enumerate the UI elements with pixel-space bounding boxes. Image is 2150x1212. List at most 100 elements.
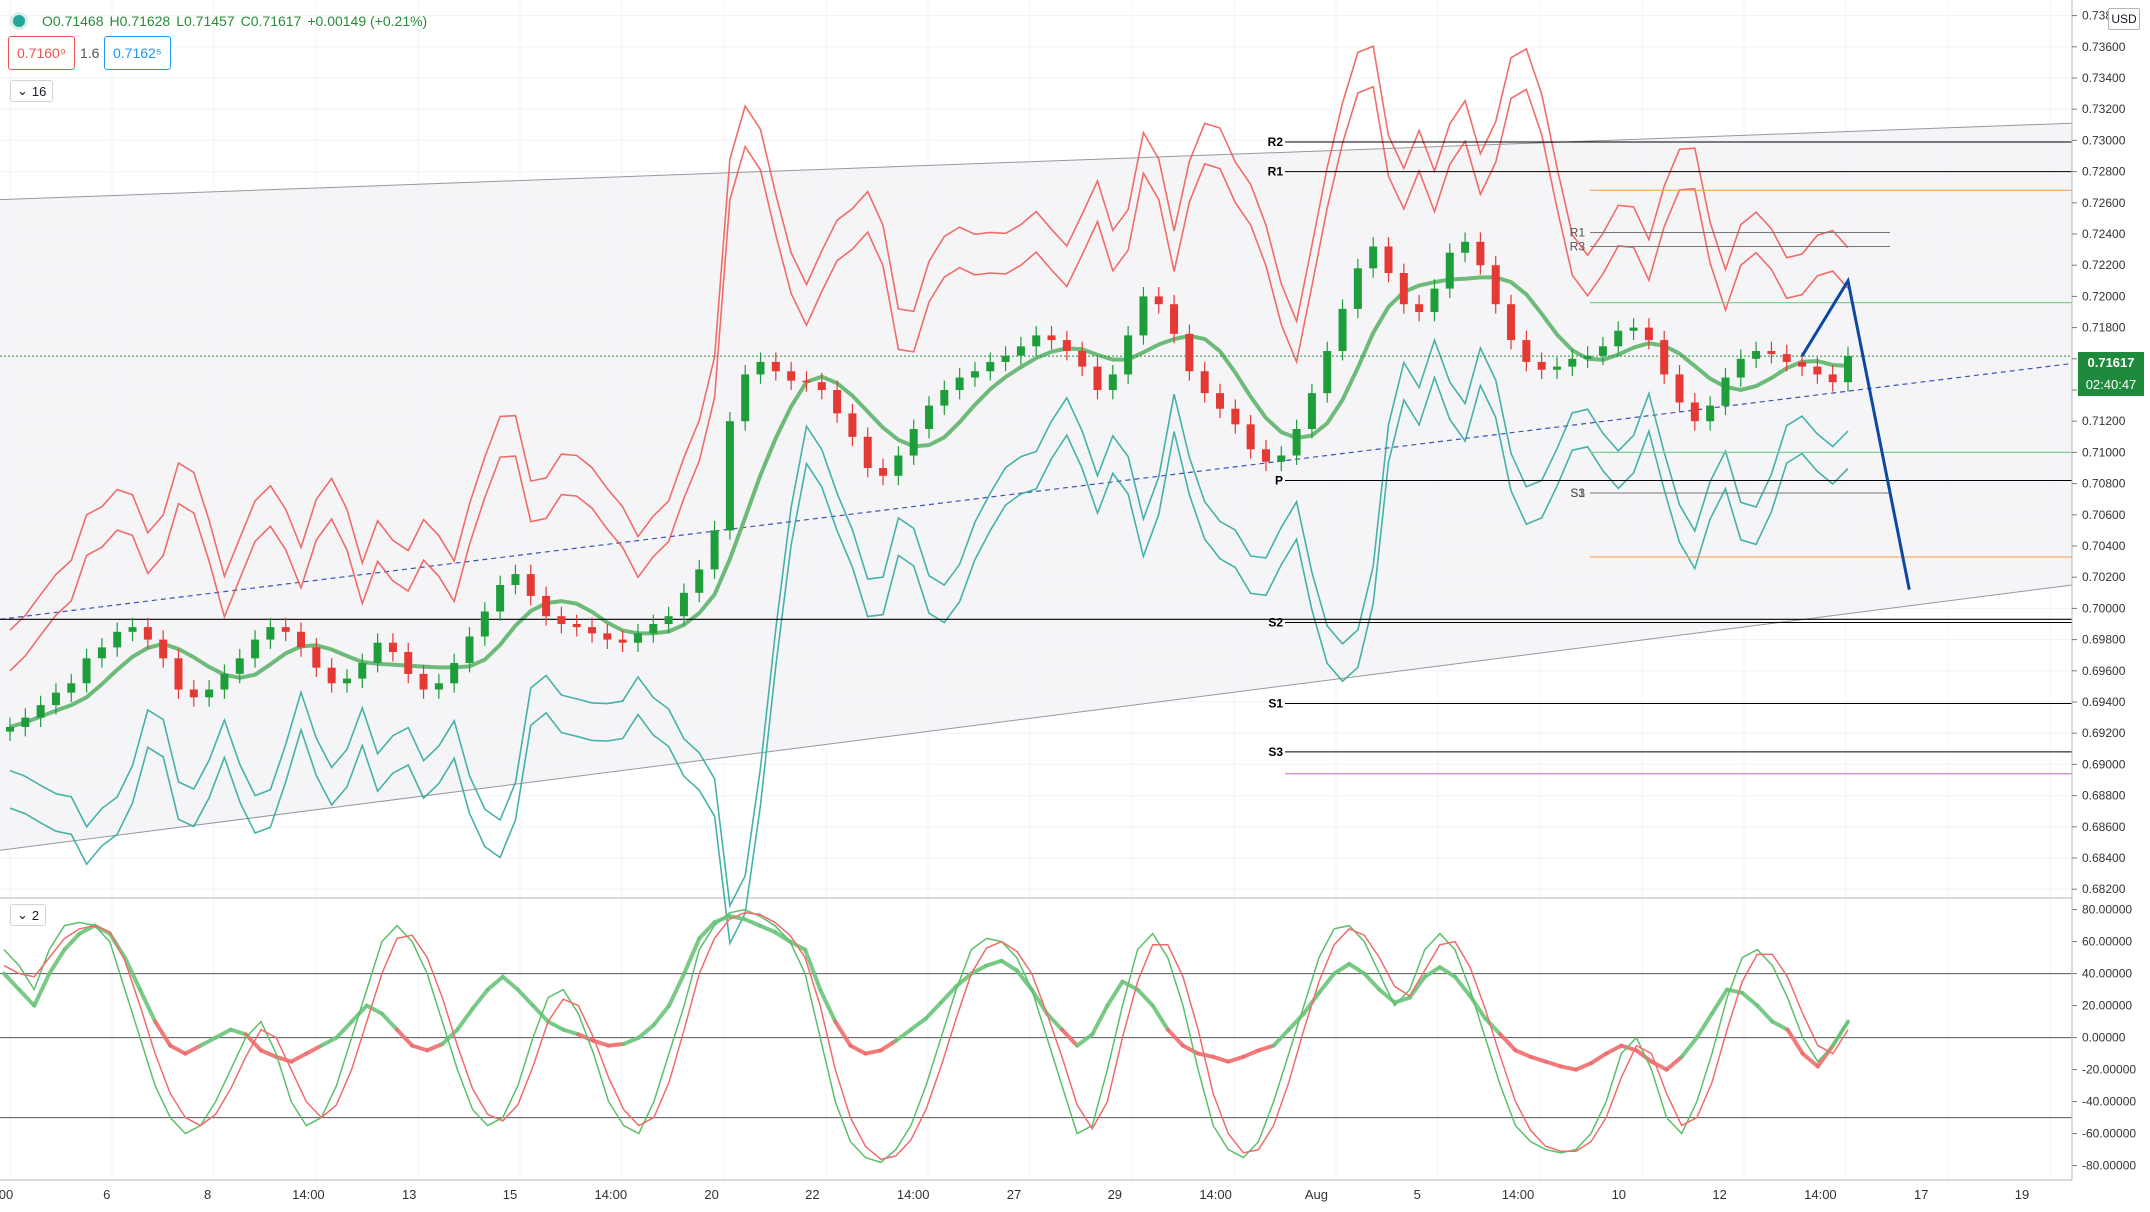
candle-body bbox=[1216, 393, 1225, 409]
price-tick-label: 0.69800 bbox=[2082, 633, 2126, 647]
pivot-label: S2 bbox=[1268, 615, 1283, 629]
currency-selector[interactable]: USD bbox=[2108, 8, 2140, 30]
candle-body bbox=[373, 642, 382, 663]
oscillator-pane bbox=[0, 908, 2072, 1164]
legend-close: C0.71617 bbox=[240, 13, 302, 29]
osc-tick-label: 0.00000 bbox=[2082, 1031, 2126, 1045]
candle-body bbox=[1353, 268, 1362, 309]
osc-main-segment bbox=[1241, 1048, 1261, 1059]
candle-body bbox=[955, 377, 964, 390]
bar-countdown-badge: 02:40:47 bbox=[2078, 374, 2144, 396]
candle-body bbox=[1338, 308, 1347, 351]
osc-main-segment bbox=[833, 1019, 853, 1048]
candle-body bbox=[235, 658, 244, 674]
candle-body bbox=[1231, 408, 1240, 425]
pivot-label-right: S3 bbox=[1570, 486, 1585, 500]
candle-body bbox=[863, 436, 872, 468]
osc-tick-label: 60.00000 bbox=[2082, 935, 2132, 949]
osc-main-segment bbox=[1573, 1061, 1594, 1072]
candle-body bbox=[342, 678, 351, 684]
candle-body bbox=[618, 639, 627, 643]
osc-main-segment bbox=[1649, 1059, 1669, 1072]
sell-button[interactable]: 0.7160⁹ bbox=[8, 36, 75, 70]
osc-main-segment bbox=[289, 1051, 309, 1064]
osc-main-segment bbox=[1256, 1043, 1276, 1053]
candle-body bbox=[419, 673, 428, 690]
time-tick-label: 12 bbox=[1712, 1187, 1726, 1202]
candle-body bbox=[1828, 374, 1837, 383]
legend-change: +0.00149 (+0.21%) bbox=[307, 13, 428, 29]
candle-body bbox=[450, 663, 459, 684]
time-tick-label: 14:00 bbox=[1199, 1187, 1232, 1202]
candle-body bbox=[986, 361, 995, 372]
candle-body bbox=[756, 361, 765, 375]
candle-body bbox=[1369, 246, 1378, 269]
osc-main-segment bbox=[848, 1043, 868, 1056]
candle-body bbox=[1537, 361, 1546, 370]
market-status-icon[interactable] bbox=[10, 12, 28, 30]
price-tick-label: 0.71000 bbox=[2082, 445, 2126, 459]
candle-body bbox=[1292, 429, 1301, 456]
price-tick-label: 0.71800 bbox=[2082, 321, 2126, 335]
candle-body bbox=[1108, 374, 1117, 390]
candle-body bbox=[833, 390, 842, 414]
oscillator-collapse-button[interactable]: ⌄ 2 bbox=[10, 904, 47, 926]
price-tick-label: 0.70600 bbox=[2082, 508, 2126, 522]
price-tick-label: 0.68600 bbox=[2082, 820, 2126, 834]
osc-tick-label: 20.00000 bbox=[2082, 999, 2132, 1013]
time-tick-label: 22 bbox=[805, 1187, 819, 1202]
osc-main-segment bbox=[1226, 1054, 1246, 1064]
candle-body bbox=[1813, 366, 1822, 375]
buy-button[interactable]: 0.7162⁵ bbox=[104, 36, 171, 70]
candle-body bbox=[710, 530, 719, 570]
osc-main-segment bbox=[546, 1019, 566, 1032]
candle-body bbox=[1185, 333, 1194, 372]
legend-high: H0.71628 bbox=[109, 13, 171, 29]
time-tick-label: 29 bbox=[1108, 1187, 1122, 1202]
candle-body bbox=[404, 652, 413, 674]
osc-main-segment bbox=[606, 1042, 626, 1048]
candle-body bbox=[113, 631, 122, 648]
candle-body bbox=[1614, 330, 1623, 347]
candle-body bbox=[542, 595, 551, 617]
candle-body bbox=[1154, 296, 1163, 305]
chevron-down-icon: ⌄ bbox=[17, 83, 28, 98]
candle-body bbox=[909, 429, 918, 456]
osc-main-segment bbox=[153, 1019, 173, 1048]
candle-body bbox=[51, 692, 60, 706]
pivot-label: S3 bbox=[1268, 745, 1283, 759]
osc-main-segment bbox=[1498, 1032, 1518, 1053]
candle-body bbox=[970, 371, 979, 378]
osc-main-segment bbox=[1135, 987, 1155, 1008]
price-axis: 0.738000.736000.734000.732000.730000.728… bbox=[2071, 0, 2150, 1207]
osc-main-segment bbox=[1558, 1064, 1578, 1072]
osc-main-segment bbox=[334, 1019, 354, 1040]
time-tick-label: 20 bbox=[704, 1187, 718, 1202]
osc-main-segment bbox=[32, 971, 52, 1008]
time-tick-label: 14:00 bbox=[1502, 1187, 1535, 1202]
candle-body bbox=[1399, 273, 1408, 305]
candle-body bbox=[1323, 351, 1332, 394]
osc-main-segment bbox=[1180, 1043, 1201, 1056]
osc-main-segment bbox=[984, 958, 1004, 968]
pivot-label-right: R3 bbox=[1570, 239, 1586, 253]
osc-main-segment bbox=[742, 917, 762, 928]
price-tick-label: 0.70200 bbox=[2082, 570, 2126, 584]
osc-main-segment bbox=[757, 923, 777, 934]
candle-body bbox=[588, 627, 597, 634]
candle-body bbox=[496, 585, 505, 612]
osc-main-segment bbox=[1709, 987, 1730, 1016]
chart-canvas[interactable]: R2 R1 P S1 S2 S3 R1 R3 S1 S3 0.73800 0.73600 0.7340… bbox=[0, 0, 2150, 1207]
legend-low: L0.71457 bbox=[176, 13, 235, 29]
candle-body bbox=[557, 616, 566, 624]
candle-body bbox=[281, 627, 290, 632]
candle-body bbox=[1660, 340, 1669, 375]
price-tick-label: 0.72800 bbox=[2082, 165, 2126, 179]
candle-body bbox=[1644, 327, 1653, 341]
pivot-label: P bbox=[1275, 473, 1283, 487]
candle-body bbox=[266, 627, 275, 640]
price-tick-label: 0.68400 bbox=[2082, 851, 2126, 865]
osc-main-segment bbox=[1543, 1059, 1563, 1069]
candle-body bbox=[388, 642, 397, 653]
indicators-collapse-button[interactable]: ⌄ 16 bbox=[10, 80, 54, 102]
